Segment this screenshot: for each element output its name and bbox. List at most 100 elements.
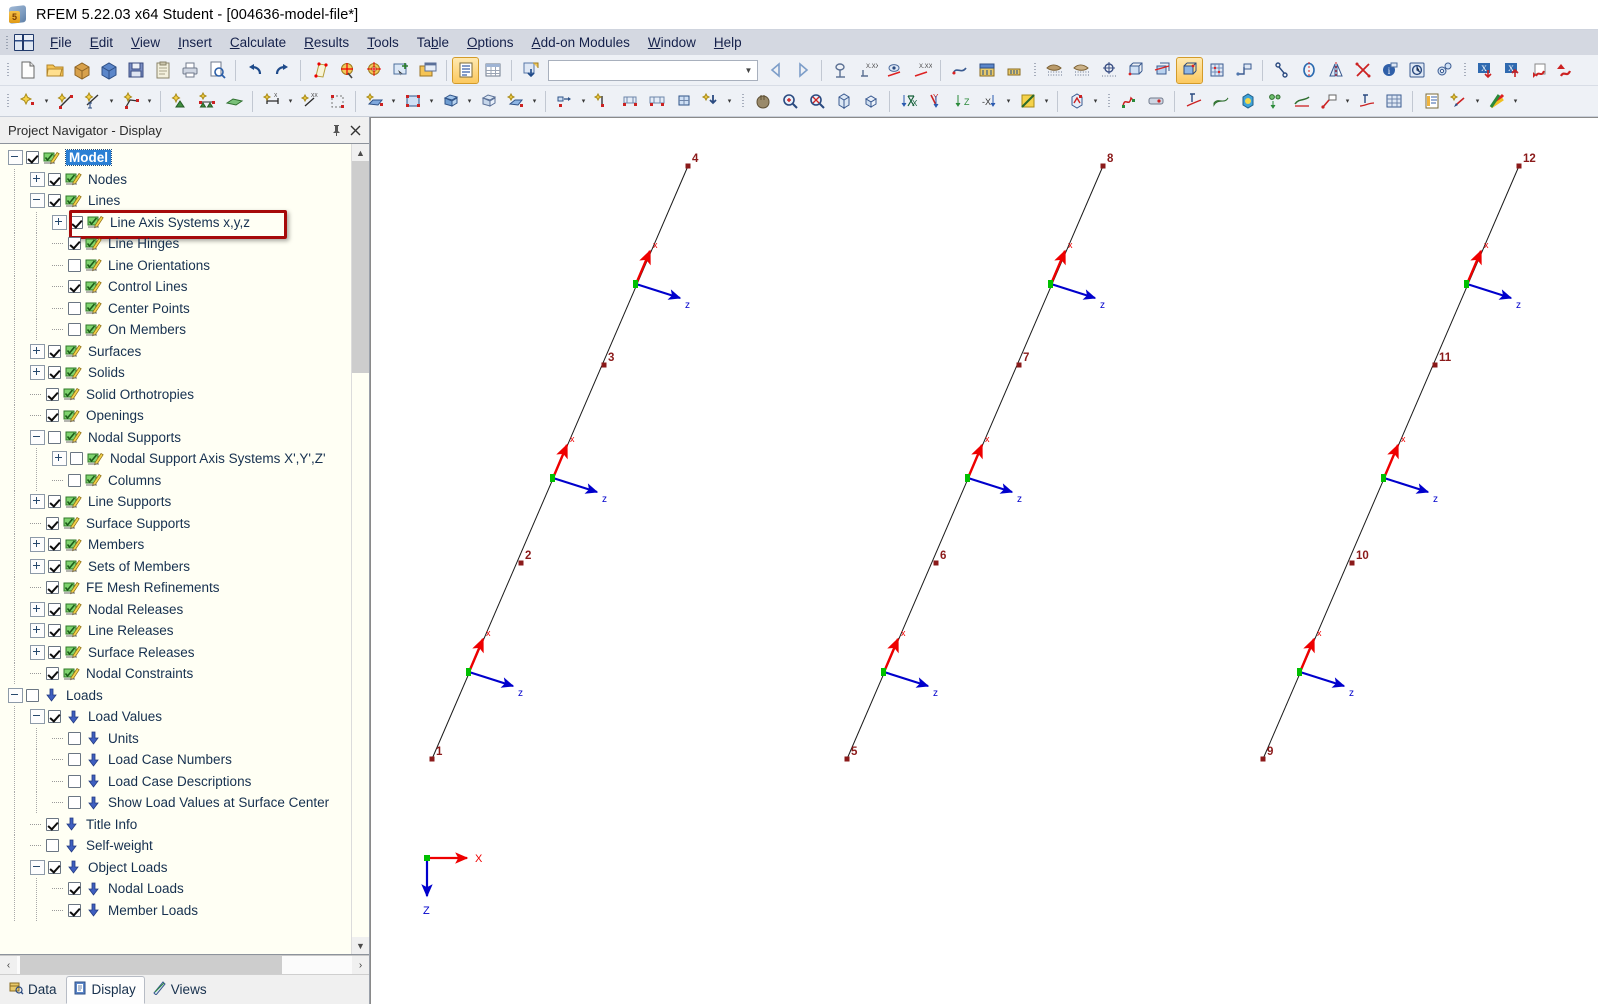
result-table-small-icon[interactable]	[1001, 58, 1026, 83]
tree-checkbox[interactable]	[26, 151, 39, 165]
select-objects-icon[interactable]	[361, 58, 386, 83]
model-work-window[interactable]: 1 2 3 4 x z x z x z 5 6 7 8 x z x z x z 9 10 11 12 x z x z x z X Z	[370, 117, 1598, 1004]
tables-panel-icon[interactable]	[452, 56, 479, 84]
collapse-minus-icon[interactable]	[30, 709, 45, 725]
tree-checkbox[interactable]	[48, 710, 61, 724]
menu-item-window[interactable]: Window	[639, 32, 705, 53]
deformation-icon[interactable]	[1116, 89, 1141, 114]
tree-checkbox[interactable]	[68, 903, 81, 917]
new-set-dropdown-icon[interactable]: ▾	[578, 89, 589, 114]
new-node-dropdown-icon[interactable]: ▾	[41, 89, 52, 114]
new-line-dimension-icon[interactable]	[80, 89, 105, 114]
tree-item-members[interactable]: Members	[0, 534, 351, 556]
new-solid-dropdown-icon[interactable]: ▾	[464, 89, 475, 114]
toolbar-grip-1[interactable]	[4, 60, 12, 80]
tree-vertical-scrollbar[interactable]: ▲ ▼	[351, 144, 369, 954]
new-dimension-dropdown-icon[interactable]: ▾	[285, 89, 296, 114]
tree-checkbox[interactable]	[68, 323, 81, 337]
tree-item-line-orientations[interactable]: Line Orientations	[0, 254, 351, 276]
tree-checkbox[interactable]	[48, 538, 61, 552]
node-marker[interactable]	[518, 560, 524, 566]
new-surface-dropdown-icon[interactable]: ▾	[388, 89, 399, 114]
new-node-icon[interactable]	[15, 89, 40, 114]
collapse-minus-icon[interactable]	[8, 687, 23, 703]
tree-item-control-lines[interactable]: Control Lines	[0, 276, 351, 298]
line-axis-system[interactable]: xz	[466, 628, 523, 699]
new-dimension-value-icon[interactable]: XX	[297, 89, 322, 114]
tree-checkbox[interactable]	[68, 301, 81, 315]
tree-checkbox[interactable]	[68, 237, 81, 251]
node-marker[interactable]	[844, 756, 850, 762]
display-tree[interactable]: Model Nodes Lines Line Axis Systems x,y,z Li…	[0, 144, 351, 954]
expand-plus-icon[interactable]	[30, 537, 45, 553]
line-axis-system[interactable]: xz	[1464, 240, 1521, 311]
view-z-icon[interactable]: Z	[950, 89, 975, 114]
select-special-icon[interactable]	[334, 58, 359, 83]
line-axis-system[interactable]: xz	[881, 628, 938, 699]
hscroll-thumb[interactable]	[20, 956, 282, 974]
node-marker[interactable]	[1260, 756, 1266, 762]
tree-item-member-loads[interactable]: Member Loads	[0, 899, 351, 921]
rotate-icon[interactable]	[1296, 58, 1321, 83]
toolbar-grip-2[interactable]	[1031, 60, 1039, 80]
show-deformation-icon[interactable]	[828, 58, 853, 83]
line-axis-system[interactable]: xz	[550, 434, 607, 505]
view-minus-x-icon[interactable]: -X	[977, 89, 1002, 114]
tree-checkbox[interactable]	[48, 624, 61, 638]
line-axis-system[interactable]: xz	[965, 434, 1022, 505]
menu-item-help[interactable]: Help	[705, 32, 751, 53]
print-preview-icon[interactable]	[204, 58, 229, 83]
tree-checkbox[interactable]	[68, 258, 81, 272]
tree-item-openings[interactable]: Openings	[0, 405, 351, 427]
tree-checkbox[interactable]	[46, 839, 59, 853]
toolbar2-grip-2[interactable]	[739, 91, 747, 111]
tree-checkbox[interactable]	[68, 473, 81, 487]
tree-item-center-points[interactable]: Center Points	[0, 297, 351, 319]
tree-checkbox[interactable]	[48, 495, 61, 509]
guide-objects-icon[interactable]	[1231, 58, 1256, 83]
new-set-of-members-icon[interactable]	[552, 89, 577, 114]
expand-plus-icon[interactable]	[52, 451, 67, 467]
line-axis-system[interactable]: xz	[1048, 240, 1105, 311]
new-line-icon[interactable]	[53, 89, 78, 114]
cross-section-icon[interactable]	[1350, 58, 1375, 83]
mirror-icon[interactable]	[1323, 58, 1348, 83]
graphics-print-dropdown-icon[interactable]: ▾	[1472, 89, 1483, 114]
model-graphic[interactable]: 1234xzxzxz5678xzxzxz9101112xzxzxzXZ	[371, 118, 1598, 1004]
tree-checkbox[interactable]	[48, 645, 61, 659]
new-member-dropdown-icon[interactable]: ▾	[529, 89, 540, 114]
select-by-area-icon[interactable]	[307, 58, 332, 83]
member-chain-3[interactable]: 9101112xzxzxz	[1260, 153, 1536, 762]
node-marker[interactable]	[601, 362, 607, 368]
select-rectangle-icon[interactable]	[388, 58, 413, 83]
menu-item-edit[interactable]: Edit	[81, 32, 122, 53]
vscroll-thumb[interactable]	[352, 161, 369, 373]
menu-item-tools[interactable]: Tools	[358, 32, 408, 53]
tree-item-surface-releases[interactable]: Surface Releases	[0, 641, 351, 663]
new-solid-icon[interactable]	[438, 89, 463, 114]
scroll-left-arrow-icon[interactable]: ‹	[0, 956, 17, 974]
view-dropdown-icon[interactable]: ▾	[1003, 89, 1014, 114]
menu-item-add-on-modules[interactable]: Add-on Modules	[523, 32, 639, 53]
import-icon[interactable]	[518, 58, 543, 83]
tree-item-nodal-supports[interactable]: Nodal Supports	[0, 426, 351, 448]
pan-hand-icon[interactable]	[750, 89, 775, 114]
result-value-icon[interactable]: X.XX	[909, 58, 934, 83]
tree-item-self-weight[interactable]: Self-weight	[0, 835, 351, 857]
expand-plus-icon[interactable]	[30, 623, 45, 639]
tree-item-title-info[interactable]: Title Info	[0, 813, 351, 835]
vscroll-track[interactable]	[352, 161, 369, 937]
save-icon[interactable]	[123, 58, 148, 83]
new-nodal-support-icon[interactable]	[167, 89, 192, 114]
navigator-tab-data[interactable]: Data	[2, 976, 66, 1004]
undo-icon[interactable]	[242, 58, 267, 83]
tree-item-show-load-values-at-surface-center[interactable]: Show Load Values at Surface Center	[0, 792, 351, 814]
scroll-right-arrow-icon[interactable]: ›	[352, 956, 369, 974]
result-value-tag-icon[interactable]	[1316, 89, 1341, 114]
node-marker[interactable]	[1349, 560, 1355, 566]
tree-checkbox[interactable]	[48, 344, 61, 358]
render-model-icon[interactable]	[1042, 58, 1067, 83]
collapse-minus-icon[interactable]	[8, 150, 23, 166]
new-opening-icon[interactable]	[400, 89, 425, 114]
toolbar-grip-3[interactable]	[1461, 60, 1469, 80]
